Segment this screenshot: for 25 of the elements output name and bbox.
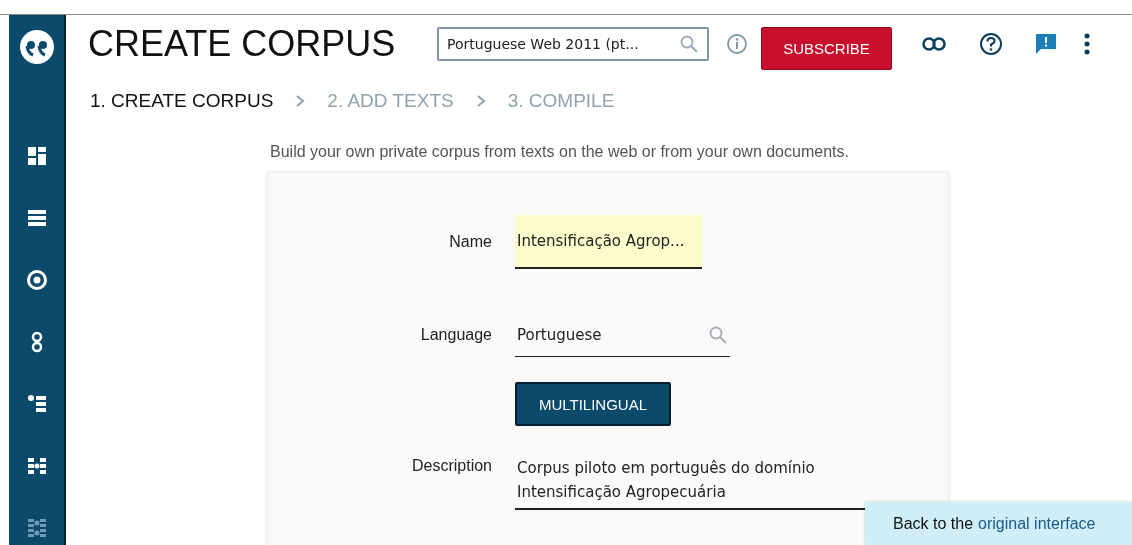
chevron-icon bbox=[295, 94, 306, 108]
multilingual-button[interactable]: MULTILINGUAL bbox=[515, 382, 671, 426]
bullets-icon[interactable] bbox=[25, 393, 48, 415]
banner-text: Back to the bbox=[893, 514, 974, 533]
link-icon[interactable] bbox=[922, 37, 946, 51]
target-icon[interactable] bbox=[25, 269, 48, 291]
intro-text: Build your own private corpus from texts on the web or from your own documents. bbox=[270, 143, 850, 161]
more-icon[interactable] bbox=[1084, 33, 1090, 55]
feedback-icon[interactable] bbox=[1034, 32, 1058, 56]
dashboard-icon[interactable] bbox=[25, 145, 48, 167]
info-icon[interactable] bbox=[726, 33, 748, 55]
corpus-search-field[interactable]: Portuguese Web 2011 (pt... bbox=[437, 27, 709, 61]
chevron-icon bbox=[475, 94, 486, 108]
help-icon[interactable] bbox=[979, 32, 1003, 56]
language-field[interactable]: Portuguese bbox=[515, 313, 730, 357]
network-icon[interactable] bbox=[25, 455, 48, 477]
field-label: Language bbox=[419, 326, 492, 344]
field-label: Name bbox=[448, 233, 492, 251]
subscribe-button[interactable]: SUBSCRIBE bbox=[761, 26, 892, 70]
list-icon[interactable] bbox=[25, 207, 48, 229]
original-interface-link[interactable]: original interface bbox=[978, 514, 1096, 533]
name-field[interactable]: Intensificação Agrop... bbox=[515, 215, 702, 269]
page-title: CREATE CORPUS bbox=[88, 23, 397, 65]
field-label: Description bbox=[410, 456, 492, 475]
step-tab[interactable]: 1. CREATE CORPUS bbox=[90, 90, 274, 112]
